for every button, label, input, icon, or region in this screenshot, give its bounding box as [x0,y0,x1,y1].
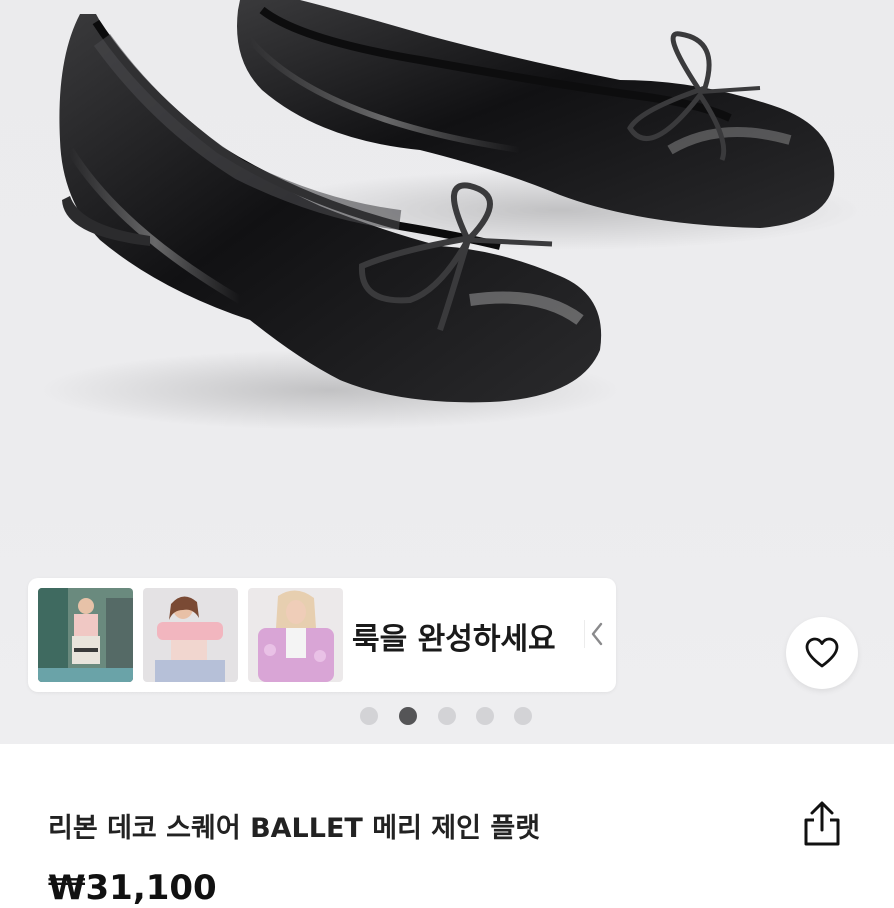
carousel-dot[interactable] [438,707,456,725]
look-thumbnail[interactable] [143,588,238,682]
share-icon[interactable] [800,800,844,854]
complete-the-look-label: 룩을 완성하세요 [352,622,556,657]
carousel-dot[interactable] [360,707,378,725]
heart-icon [805,637,839,668]
complete-the-look-panel[interactable]: 룩을 완성하세요 [28,578,616,692]
carousel-dot-active[interactable] [399,707,417,725]
look-thumbnail-image [248,588,343,682]
carousel-pagination [360,707,540,727]
look-thumbnail-image [38,588,133,682]
look-thumbnail[interactable] [38,588,133,682]
carousel-dot[interactable] [476,707,494,725]
product-price: ₩31,100 [48,868,217,908]
favorite-button[interactable] [786,617,858,689]
look-thumbnail[interactable] [248,588,343,682]
chevron-left-icon[interactable] [584,620,609,648]
carousel-dot[interactable] [514,707,532,725]
look-thumbnail-image [143,588,238,682]
product-title: 리본 데코 스퀘어 BALLET 메리 제인 플랫 [48,813,541,844]
product-image-carousel[interactable]: 룩을 완성하세요 [0,0,894,744]
